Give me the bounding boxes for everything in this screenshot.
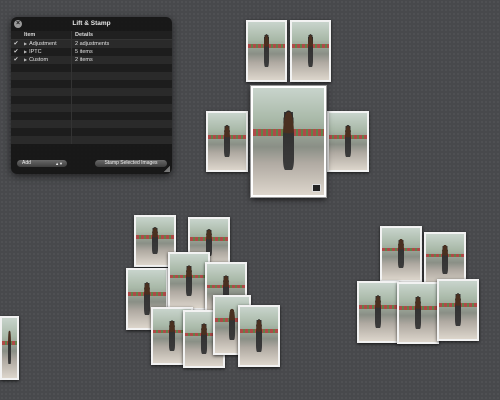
table-row — [11, 136, 172, 144]
table-row — [11, 64, 172, 72]
checkmark-icon[interactable]: ✔ — [11, 48, 21, 56]
table-header: Item Details — [11, 31, 172, 40]
photo-thumbnail[interactable] — [290, 20, 331, 82]
table-row-adjustment[interactable]: ✔ ▶ Adjustment 2 adjustments — [11, 40, 172, 48]
photo-thumbnail[interactable] — [380, 226, 422, 282]
add-popup-button[interactable]: Add ▲▼ — [17, 160, 67, 167]
chevron-down-icon: ▲▼ — [55, 161, 63, 166]
table-row — [11, 72, 172, 80]
table-row — [11, 80, 172, 88]
hud-title: Lift & Stamp — [72, 20, 111, 27]
column-header-details[interactable]: Details — [72, 31, 93, 39]
photo-thumbnail[interactable] — [206, 111, 248, 172]
disclosure-triangle-icon[interactable]: ▶ — [24, 56, 27, 64]
photo-thumbnail[interactable] — [238, 305, 280, 367]
items-table: ✔ ▶ Adjustment 2 adjustments ✔ ▶ IPTC 5 it… — [11, 40, 172, 148]
photo-thumbnail[interactable] — [168, 252, 210, 310]
table-row — [11, 88, 172, 96]
photo-thumbnail[interactable] — [0, 316, 19, 380]
table-row — [11, 112, 172, 120]
table-row-custom[interactable]: ✔ ▶ Custom 2 items — [11, 56, 172, 64]
checkmark-icon[interactable]: ✔ — [11, 40, 21, 48]
table-row — [11, 128, 172, 136]
adjustment-badge-icon — [312, 184, 321, 192]
disclosure-triangle-icon[interactable]: ▶ — [24, 48, 27, 56]
close-icon[interactable]: × — [14, 20, 22, 28]
table-row — [11, 96, 172, 104]
checkmark-icon[interactable]: ✔ — [11, 56, 21, 64]
photo-thumbnail[interactable] — [397, 282, 439, 344]
resize-grip-icon[interactable] — [164, 166, 170, 172]
hud-footer: Add ▲▼ Stamp Selected Images — [11, 158, 172, 170]
photo-thumbnail[interactable] — [357, 281, 399, 343]
table-row — [11, 120, 172, 128]
column-header-item[interactable]: Item — [21, 31, 72, 39]
table-row — [11, 104, 172, 112]
hud-titlebar[interactable]: × Lift & Stamp — [11, 17, 172, 31]
table-row-iptc[interactable]: ✔ ▶ IPTC 5 items — [11, 48, 172, 56]
disclosure-triangle-icon[interactable]: ▶ — [24, 40, 27, 48]
photo-thumbnail-selected[interactable] — [251, 86, 326, 197]
photo-thumbnail[interactable] — [327, 111, 369, 172]
lift-stamp-hud: × Lift & Stamp Item Details ✔ ▶ Adjustmen… — [11, 17, 172, 174]
photo-thumbnail[interactable] — [437, 279, 479, 341]
stamp-selected-images-button[interactable]: Stamp Selected Images — [95, 160, 167, 167]
photo-thumbnail[interactable] — [246, 20, 287, 82]
